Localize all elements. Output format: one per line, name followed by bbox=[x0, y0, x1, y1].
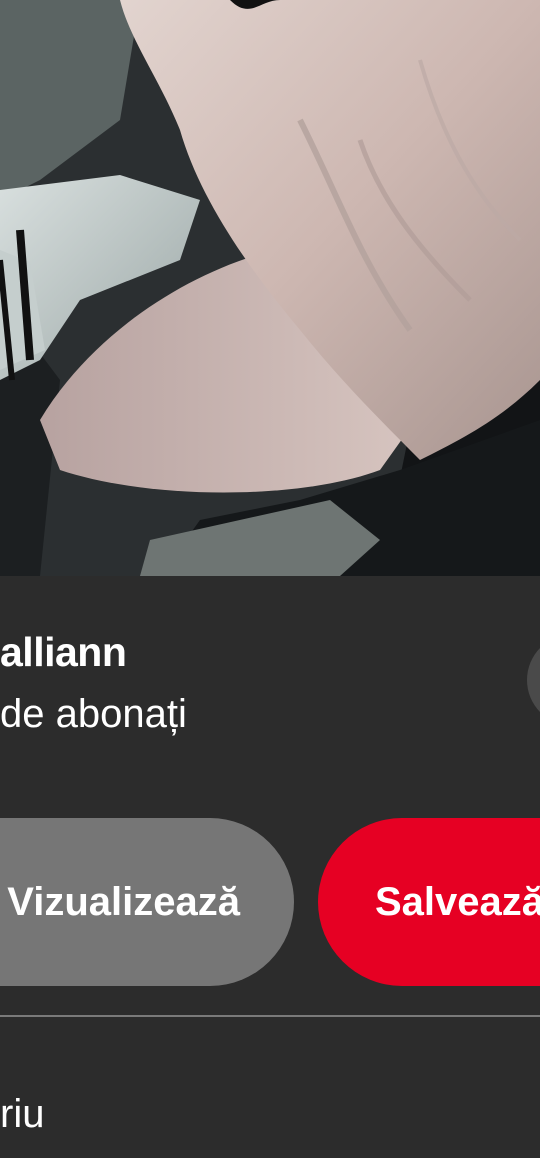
creator-name[interactable]: alliann bbox=[0, 628, 127, 676]
save-button[interactable]: Salvează bbox=[318, 818, 540, 986]
view-button[interactable]: Vizualizează bbox=[0, 818, 294, 986]
pin-image[interactable] bbox=[0, 0, 540, 576]
follower-count: de abonați bbox=[0, 692, 187, 736]
save-button-label: Salvează bbox=[375, 879, 540, 924]
view-button-label: Vizualizează bbox=[7, 879, 240, 924]
divider bbox=[0, 1015, 540, 1017]
comments-heading: riu bbox=[0, 1092, 45, 1136]
pin-closeup-screen: alliann de abonați Vizualizează Salvează… bbox=[0, 0, 540, 1158]
pin-photo bbox=[0, 0, 540, 576]
